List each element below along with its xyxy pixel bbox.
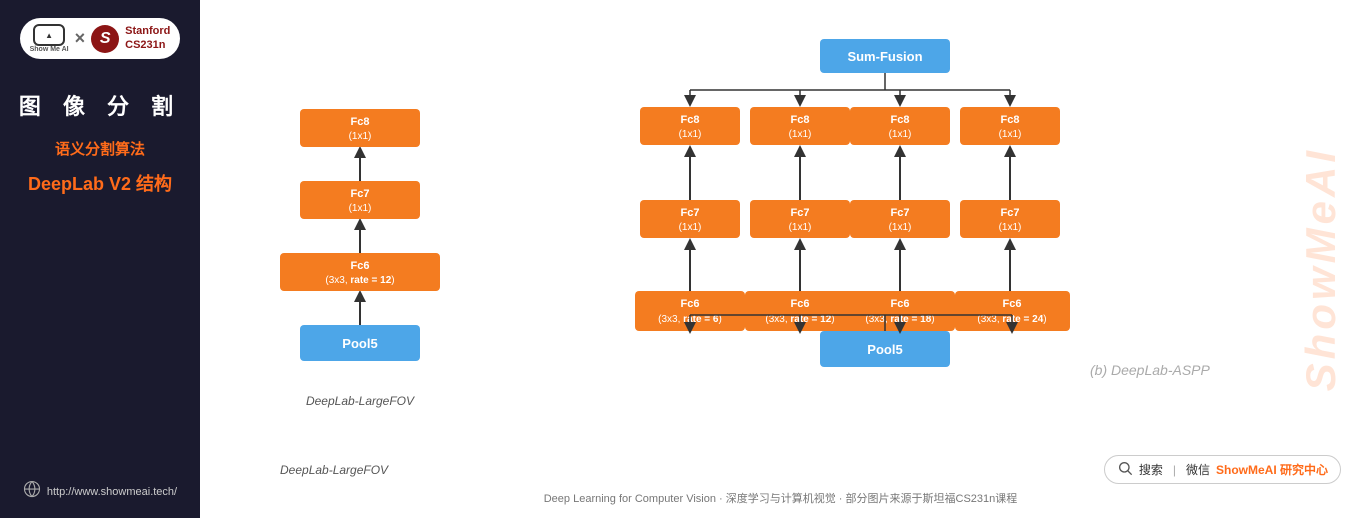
search-badge[interactable]: 搜索 | 微信 ShowMeAI 研究中心 xyxy=(1104,455,1341,484)
r3-fc7-l2: (1x1) xyxy=(889,222,912,233)
left-fc7-label2: (1x1) xyxy=(349,203,372,214)
subtitle: 语义分割算法 xyxy=(55,139,145,160)
showme-text: Show Me AI xyxy=(30,46,69,53)
r4-fc6-l1: Fc6 xyxy=(1003,298,1022,310)
arrowdown-3 xyxy=(894,95,906,107)
r3-fc8-l1: Fc8 xyxy=(891,114,910,126)
r2-arrowhead-fc6-fc7 xyxy=(794,238,806,250)
website-row: http://www.showmeai.tech/ xyxy=(23,480,177,503)
r1-fc8-l1: Fc8 xyxy=(681,114,700,126)
bottom-caption: Deep Learning for Computer Vision · 深度学习… xyxy=(220,486,1341,508)
left-panel: Show Me AI × S Stanford CS231n 图 像 分 割 语… xyxy=(0,0,200,518)
r2-fc7-l1: Fc7 xyxy=(791,207,810,219)
r2-fc7-l2: (1x1) xyxy=(789,222,812,233)
r1-fc8-l2: (1x1) xyxy=(679,129,702,140)
left-fc6-label2: (3x3, rate = 12) xyxy=(325,275,394,286)
right-pool5-label: Pool5 xyxy=(867,342,902,357)
left-diagram-label: DeepLab-LargeFOV xyxy=(306,394,415,408)
diagram-area: Pool5 Fc6 (3x3, rate = 12) Fc7 (1x1) Fc8… xyxy=(220,15,1341,449)
r2-fc8-l2: (1x1) xyxy=(789,129,812,140)
left-pool5-label: Pool5 xyxy=(342,336,377,351)
aspp-label: (b) DeepLab-ASPP xyxy=(1090,362,1211,378)
r3-arrowhead-fc7-fc8 xyxy=(894,145,906,157)
showme-icon xyxy=(33,24,65,46)
stanford-logo: S xyxy=(91,25,119,53)
website-url[interactable]: http://www.showmeai.tech/ xyxy=(47,486,177,498)
chinese-title: 图 像 分 割 xyxy=(19,89,181,121)
r4-fc7-l2: (1x1) xyxy=(999,222,1022,233)
r3-fc8-l2: (1x1) xyxy=(889,129,912,140)
left-fc7-label1: Fc7 xyxy=(351,188,370,200)
r1-arrowhead-fc6-fc7 xyxy=(684,238,696,250)
r3-fc6-l1: Fc6 xyxy=(891,298,910,310)
left-diagram-footer-label: DeepLab-LargeFOV xyxy=(280,463,388,477)
r1-arrowhead-fc7-fc8 xyxy=(684,145,696,157)
brand-name: ShowMeAI 研究中心 xyxy=(1216,461,1328,478)
arrowdown-4 xyxy=(1004,95,1016,107)
r4-fc8-l2: (1x1) xyxy=(999,129,1022,140)
footer-labels: DeepLab-LargeFOV xyxy=(220,463,388,477)
left-fc6-label1: Fc6 xyxy=(351,260,370,272)
showme-logo: Show Me AI xyxy=(30,24,69,53)
footer-divider: | xyxy=(1173,463,1176,477)
arrowdown-2 xyxy=(794,95,806,107)
diagram-svg: Pool5 Fc6 (3x3, rate = 12) Fc7 (1x1) Fc8… xyxy=(220,15,1340,415)
r3-arrowhead-fc6-fc7 xyxy=(894,238,906,250)
arrowdown-1 xyxy=(684,95,696,107)
r2-fc6-l1: Fc6 xyxy=(791,298,810,310)
arrow-head-1 xyxy=(354,290,366,302)
caption-text: Deep Learning for Computer Vision · 深度学习… xyxy=(544,493,1018,505)
website-icon xyxy=(23,480,41,503)
stanford-line2: CS231n xyxy=(125,39,165,52)
right-panel: ShowMeAI Pool5 Fc6 (3x3, rate = 12) Fc7 … xyxy=(200,0,1361,518)
left-fc8-label1: Fc8 xyxy=(351,116,370,128)
r4-arrowhead-fc6-fc7 xyxy=(1004,238,1016,250)
left-fc8-label2: (1x1) xyxy=(349,131,372,142)
r1-fc7-l2: (1x1) xyxy=(679,222,702,233)
r2-arrowhead-fc7-fc8 xyxy=(794,145,806,157)
deeplab-title: DeepLab V2 结构 xyxy=(28,170,172,196)
arrow-head-3 xyxy=(354,146,366,158)
stanford-s-icon: S xyxy=(91,25,119,53)
arrow-head-2 xyxy=(354,218,366,230)
cross-symbol: × xyxy=(75,28,86,49)
stanford-line1: Stanford xyxy=(125,25,170,38)
r4-arrowhead-fc7-fc8 xyxy=(1004,145,1016,157)
r4-fc7-l1: Fc7 xyxy=(1001,207,1020,219)
r2-fc8-l1: Fc8 xyxy=(791,114,810,126)
r1-fc7-l1: Fc7 xyxy=(681,207,700,219)
logo-badge: Show Me AI × S Stanford CS231n xyxy=(20,18,181,59)
r1-fc6-l1: Fc6 xyxy=(681,298,700,310)
search-text: 搜索 xyxy=(1139,461,1163,478)
r4-fc8-l1: Fc8 xyxy=(1001,114,1020,126)
footer-row: DeepLab-LargeFOV 搜索 | 微信 ShowMeAI 研究中心 xyxy=(220,449,1341,486)
sum-fusion-label: Sum-Fusion xyxy=(847,49,922,64)
wechat-text: 微信 xyxy=(1186,461,1210,478)
stanford-text: Stanford CS231n xyxy=(125,25,170,51)
r3-fc7-l1: Fc7 xyxy=(891,207,910,219)
search-icon xyxy=(1117,460,1133,479)
